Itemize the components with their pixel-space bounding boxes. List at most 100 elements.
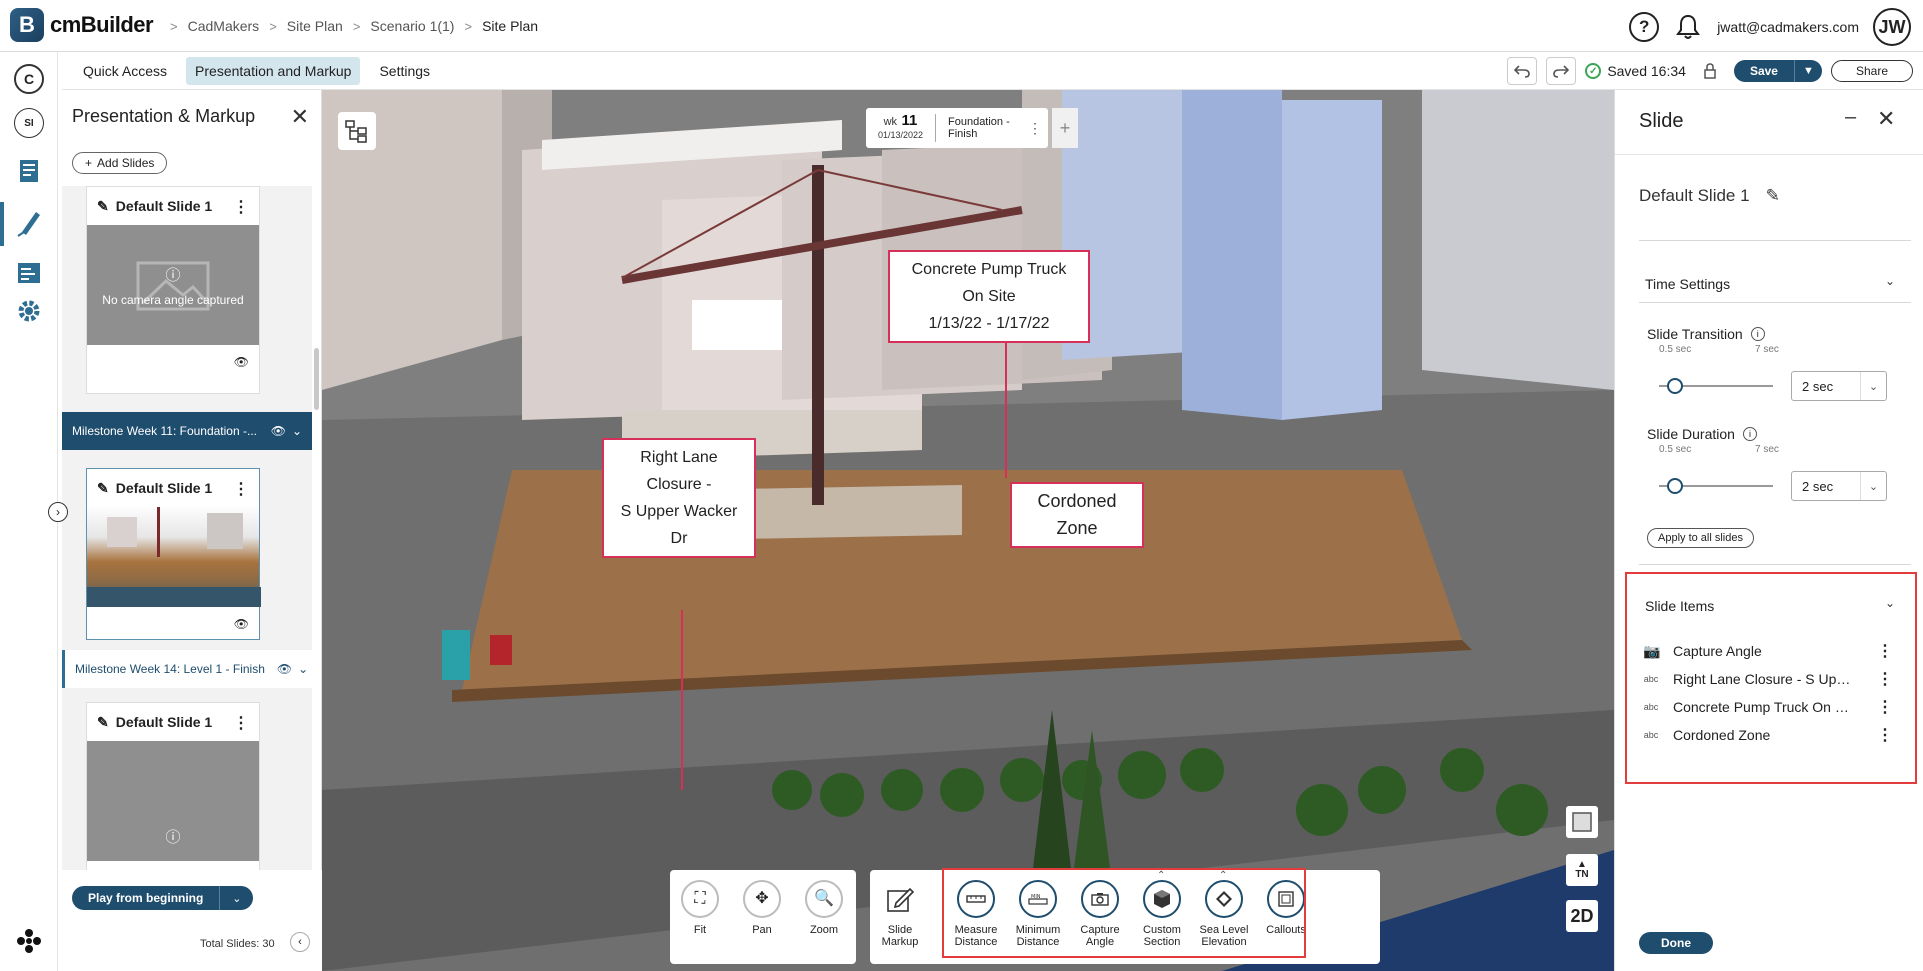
edit-pencil-icon[interactable]: ✎ xyxy=(1766,186,1780,206)
rail-item-settings[interactable] xyxy=(14,296,44,326)
fit-tool[interactable]: ⛶ Fit xyxy=(670,880,730,936)
minimize-icon[interactable]: – xyxy=(1845,106,1856,129)
eye-icon[interactable]: 👁 xyxy=(271,424,286,438)
share-button[interactable]: Share xyxy=(1830,60,1913,82)
tab-quick-access[interactable]: Quick Access xyxy=(74,57,176,85)
done-button[interactable]: Done xyxy=(1639,932,1713,954)
c-circle-icon: C xyxy=(14,64,44,94)
info-icon[interactable]: i xyxy=(1742,427,1757,441)
duration-slider-knob[interactable] xyxy=(1667,478,1683,494)
slide-title: Default Slide 1 xyxy=(115,198,213,214)
slide-markup-tool[interactable]: Slide Markup xyxy=(870,880,930,948)
save-button[interactable]: Save xyxy=(1733,60,1794,82)
rail-item-markup[interactable] xyxy=(14,208,44,238)
3d-viewport[interactable]: Concrete Pump Truck On Site 1/13/22 - 1/… xyxy=(322,90,1614,971)
redo-button[interactable] xyxy=(1546,57,1577,85)
chevron-down-icon[interactable]: ⌄ xyxy=(298,662,308,676)
chevron-down-icon[interactable]: ⌄ xyxy=(1885,274,1895,288)
user-avatar[interactable]: JW xyxy=(1873,8,1911,46)
slide-more-icon[interactable]: ⋮ xyxy=(233,479,249,499)
hierarchy-tree-button[interactable] xyxy=(338,112,376,150)
text-icon: abc xyxy=(1643,674,1659,684)
play-from-beginning-button[interactable]: Play from beginning xyxy=(72,886,220,910)
milestone-row[interactable]: Milestone Week 11: Foundation -... 👁 ⌄ xyxy=(62,412,312,450)
callout-text: Right Lane Closure - xyxy=(640,449,718,493)
slide-item-row[interactable]: abc Concrete Pump Truck On Site ⋮ xyxy=(1643,696,1893,718)
callout-leader-lane xyxy=(681,610,683,790)
item-more-icon[interactable]: ⋮ xyxy=(1877,697,1893,717)
rail-item-document[interactable] xyxy=(14,156,44,186)
undo-button[interactable] xyxy=(1507,57,1538,85)
add-slides-label: Add Slides xyxy=(97,156,155,170)
add-slides-button[interactable]: + Add Slides xyxy=(72,152,168,174)
close-panel-icon[interactable]: ✕ xyxy=(1877,106,1895,132)
breadcrumb-item-current: Site Plan xyxy=(482,18,539,34)
item-more-icon[interactable]: ⋮ xyxy=(1877,641,1893,661)
breadcrumb-item-project[interactable]: Site Plan xyxy=(287,18,343,34)
help-icon[interactable]: ? xyxy=(1629,12,1660,42)
callout-concrete-pump[interactable]: Concrete Pump Truck On Site 1/13/22 - 1/… xyxy=(888,250,1090,343)
info-icon[interactable]: i xyxy=(1750,327,1765,341)
slide-more-icon[interactable]: ⋮ xyxy=(233,197,249,217)
rail-item-c[interactable]: C xyxy=(14,64,44,94)
apply-to-all-button[interactable]: Apply to all slides xyxy=(1647,528,1754,548)
close-panel-icon[interactable]: ✕ xyxy=(291,104,309,130)
edit-slide-icon[interactable]: ✎ xyxy=(97,198,109,215)
slide-card[interactable]: ✎ Default Slide 1 ⋮ ⓘ No camera angle ca… xyxy=(86,186,260,394)
item-more-icon[interactable]: ⋮ xyxy=(1877,725,1893,745)
breadcrumb-item-org[interactable]: CadMakers xyxy=(188,18,260,34)
slide-item-row[interactable]: abc Right Lane Closure - S Upper Wacker … xyxy=(1643,668,1893,690)
eye-icon[interactable]: 👁 xyxy=(234,355,249,369)
eye-icon[interactable]: 👁 xyxy=(234,617,249,631)
save-options-chevron-icon[interactable]: ▼ xyxy=(1793,60,1822,82)
add-milestone-button[interactable]: + xyxy=(1052,108,1078,148)
duration-select[interactable]: 2 sec ⌄ xyxy=(1791,471,1887,501)
view-2d-button[interactable]: 2D xyxy=(1566,900,1598,932)
view-cube-button[interactable] xyxy=(1566,806,1598,838)
breadcrumb-item-scenario[interactable]: Scenario 1(1) xyxy=(370,18,454,34)
slide-list[interactable]: ✎ Default Slide 1 ⋮ ⓘ No camera angle ca… xyxy=(62,186,312,870)
callout-cordoned-zone[interactable]: Cordoned Zone xyxy=(1010,482,1144,548)
pan-tool[interactable]: ✥ Pan xyxy=(732,880,792,936)
chevron-down-icon[interactable]: ⌄ xyxy=(292,424,302,438)
time-settings-header[interactable]: Time Settings xyxy=(1645,276,1730,292)
slide-card-selected[interactable]: ✎ Default Slide 1 ⋮ 👁 xyxy=(86,468,261,640)
rail-item-schedule[interactable] xyxy=(14,258,44,288)
slide-more-icon[interactable]: ⋮ xyxy=(233,713,249,733)
callout-lane-closure[interactable]: Right Lane Closure - S Upper Wacker Dr xyxy=(602,438,756,558)
timeline-more-icon[interactable]: ⋮ xyxy=(1028,120,1048,137)
item-more-icon[interactable]: ⋮ xyxy=(1877,669,1893,689)
info-icon: ⓘ xyxy=(165,828,181,846)
notification-bell-icon[interactable] xyxy=(1673,12,1703,42)
edit-slide-icon[interactable]: ✎ xyxy=(97,714,109,731)
rail-item-apps[interactable] xyxy=(14,926,44,956)
slide-list-scrollbar[interactable] xyxy=(314,348,319,410)
tab-settings[interactable]: Settings xyxy=(370,57,439,85)
chevron-down-icon[interactable]: ⌄ xyxy=(1885,596,1895,610)
cmbuilder-logo-icon: B xyxy=(10,8,44,42)
transition-slider-knob[interactable] xyxy=(1667,378,1683,394)
slide-item-label: Concrete Pump Truck On Site xyxy=(1673,699,1853,715)
rail-item-si[interactable]: SI xyxy=(14,108,44,138)
slide-items-header[interactable]: Slide Items xyxy=(1645,598,1714,614)
app-logo[interactable]: B cmBuilder xyxy=(10,8,154,42)
tool-label: Fit xyxy=(693,924,707,936)
slide-item-row[interactable]: abc Cordoned Zone ⋮ xyxy=(1643,724,1893,746)
divider xyxy=(1639,240,1911,241)
expand-panel-toggle[interactable]: › xyxy=(48,502,68,522)
collapse-panel-button[interactable]: ‹ xyxy=(290,932,310,952)
compass-button[interactable]: ▲ TN xyxy=(1566,854,1598,886)
timeline-indicator[interactable]: wk 11 01/13/2022 Foundation - Finish ⋮ xyxy=(866,108,1048,148)
eye-icon[interactable]: 👁 xyxy=(277,662,292,676)
zoom-tool[interactable]: 🔍 Zoom xyxy=(794,880,854,936)
milestone-row[interactable]: Milestone Week 14: Level 1 - Finish 👁 ⌄ xyxy=(62,650,312,688)
tab-presentation-markup[interactable]: Presentation and Markup xyxy=(186,57,361,85)
edit-slide-icon[interactable]: ✎ xyxy=(97,480,109,497)
lock-button[interactable] xyxy=(1694,57,1725,85)
slide-item-row[interactable]: 📷 Capture Angle ⋮ xyxy=(1643,640,1893,662)
slide-card[interactable]: ✎ Default Slide 1 ⋮ ⓘ xyxy=(86,702,260,870)
chevron-down-icon: ⌄ xyxy=(1860,472,1886,500)
play-options-chevron-icon[interactable]: ⌄ xyxy=(219,886,254,910)
transition-select[interactable]: 2 sec ⌄ xyxy=(1791,371,1887,401)
document-icon xyxy=(20,160,38,182)
